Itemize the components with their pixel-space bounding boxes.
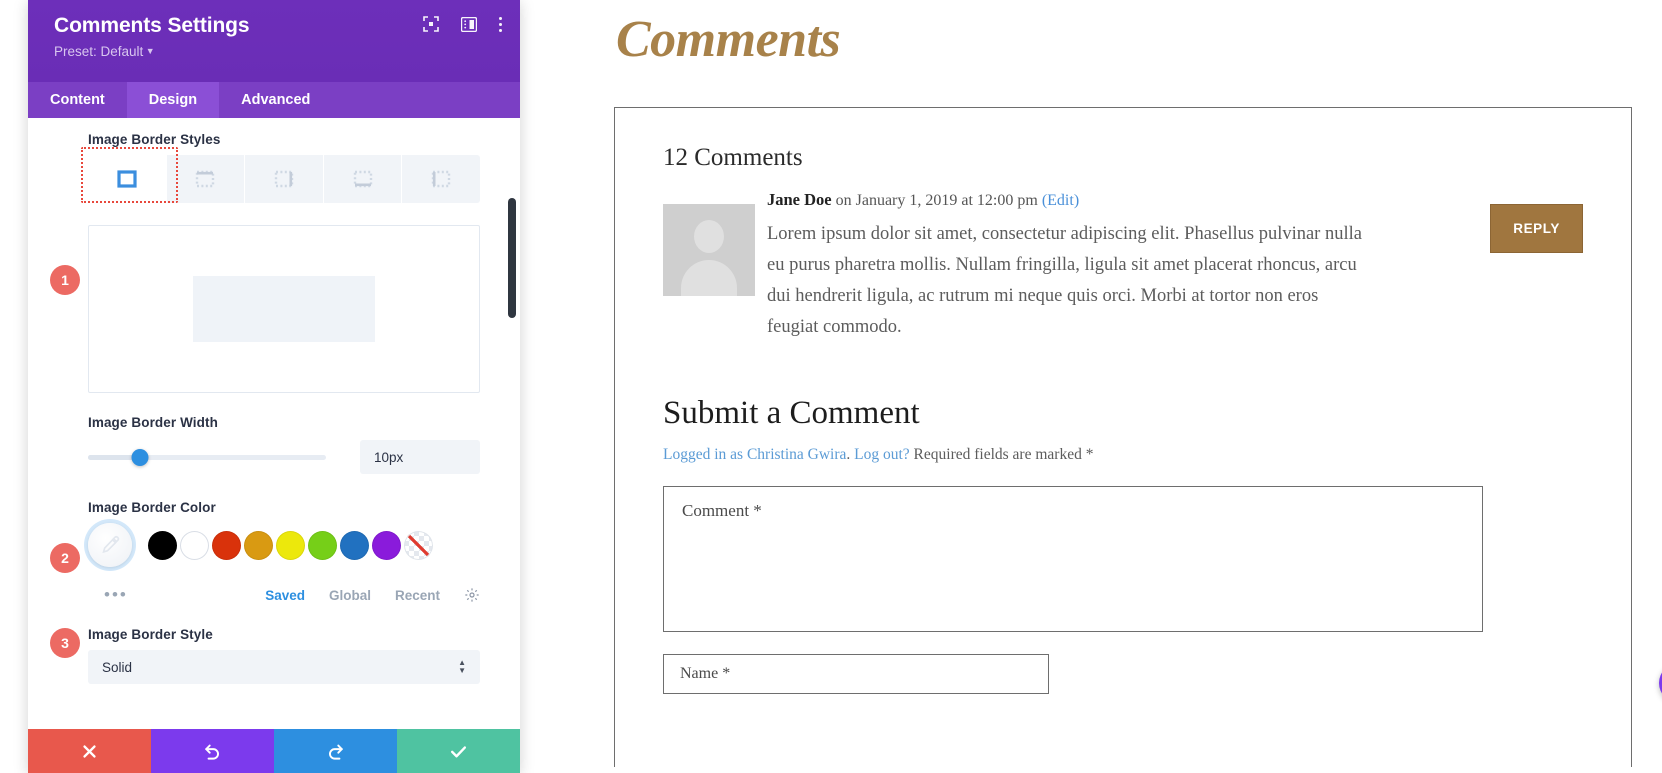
preset-label: Preset: Default <box>54 44 144 59</box>
swatch-blue[interactable] <box>340 530 369 560</box>
tab-design[interactable]: Design <box>126 82 220 118</box>
color-tab-global[interactable]: Global <box>329 588 371 603</box>
comment-author: Jane Doe <box>767 190 832 209</box>
logged-in-user-link[interactable]: Logged in as Christina Gwira <box>663 446 846 463</box>
panel-tabs: Content Design Advanced <box>28 82 520 118</box>
border-width-slider[interactable] <box>88 448 326 466</box>
comment-body: Lorem ipsum dolor sit amet, consectetur … <box>767 224 1362 337</box>
comment-textarea[interactable] <box>663 486 1483 632</box>
color-tab-saved[interactable]: Saved <box>265 588 305 603</box>
comments-settings-panel: Comments Settings Preset: Default ▼ Cont… <box>28 0 520 773</box>
marker-3: 3 <box>50 628 80 658</box>
swatch-purple[interactable] <box>372 530 401 560</box>
gear-icon[interactable] <box>464 587 480 603</box>
image-border-width-label: Image Border Width <box>88 415 218 430</box>
more-colors-button[interactable]: ••• <box>88 585 128 605</box>
tab-content[interactable]: Content <box>28 82 127 118</box>
layout-icon[interactable] <box>461 16 477 32</box>
page-preview: Comments 12 Comments Jane Doe on January… <box>600 0 1662 773</box>
color-source-tabs: Saved Global Recent <box>265 587 480 603</box>
reply-button[interactable]: REPLY <box>1490 204 1583 253</box>
page-title: Comments <box>616 11 841 68</box>
color-swatch-row <box>88 523 480 567</box>
image-border-styles-group <box>88 155 480 203</box>
comment-item: Jane Doe on January 1, 2019 at 12:00 pm … <box>663 190 1583 343</box>
slider-thumb[interactable] <box>131 448 149 466</box>
focus-icon[interactable] <box>423 16 439 32</box>
comment-meta: Jane Doe on January 1, 2019 at 12:00 pm … <box>767 190 1583 211</box>
swatch-yellow[interactable] <box>276 530 305 560</box>
select-stepper-icon: ▲ ▼ <box>458 658 466 675</box>
comments-module: 12 Comments Jane Doe on January 1, 2019 … <box>614 107 1632 767</box>
border-preview <box>88 225 480 393</box>
swatch-orange[interactable] <box>244 530 273 560</box>
screen: Comments Settings Preset: Default ▼ Cont… <box>0 0 1662 773</box>
color-meta-row: ••• Saved Global Recent <box>88 585 480 605</box>
border-style-left-button[interactable] <box>402 155 480 203</box>
color-tab-recent[interactable]: Recent <box>395 588 440 603</box>
swatch-black[interactable] <box>148 530 177 560</box>
avatar <box>663 204 755 296</box>
image-border-color-label: Image Border Color <box>88 500 216 515</box>
chevron-down-icon: ▼ <box>143 46 155 56</box>
swatch-white[interactable] <box>180 530 209 560</box>
border-style-top-button[interactable] <box>166 155 245 203</box>
logged-in-notice: Logged in as Christina Gwira. Log out? R… <box>663 446 1583 464</box>
select-value: Solid <box>102 659 133 675</box>
redo-button[interactable] <box>274 729 397 773</box>
comment-edit-link[interactable]: (Edit) <box>1042 192 1079 209</box>
border-style-bottom-button[interactable] <box>323 155 402 203</box>
logged-separator: . <box>846 446 855 463</box>
comment-date: on January 1, 2019 at 12:00 pm <box>831 192 1042 209</box>
required-fields-note: Required fields are marked * <box>909 446 1094 463</box>
name-input[interactable] <box>663 654 1049 694</box>
undo-button[interactable] <box>151 729 274 773</box>
border-style-right-button[interactable] <box>245 155 323 203</box>
panel-header-icons <box>423 16 502 32</box>
comment-content: Jane Doe on January 1, 2019 at 12:00 pm … <box>767 190 1583 343</box>
submit-comment-heading: Submit a Comment <box>663 395 920 431</box>
panel-header: Comments Settings Preset: Default ▼ <box>28 0 520 82</box>
image-border-width-control <box>88 440 480 474</box>
marker-1: 1 <box>50 265 80 295</box>
cancel-button[interactable] <box>28 729 151 773</box>
border-preview-image <box>193 276 375 342</box>
border-width-input[interactable] <box>360 440 480 474</box>
more-vertical-icon[interactable] <box>499 16 502 32</box>
panel-body: 1 Image Border Styles 2 Image Border Wid… <box>28 118 520 729</box>
panel-preset[interactable]: Preset: Default ▼ <box>54 42 500 61</box>
comments-count: 12 Comments <box>663 144 803 171</box>
image-border-style-label: Image Border Style <box>88 627 213 642</box>
save-button[interactable] <box>397 729 520 773</box>
swatch-red[interactable] <box>212 530 241 560</box>
logout-link[interactable]: Log out? <box>854 446 910 463</box>
swatch-transparent[interactable] <box>404 530 433 560</box>
image-border-styles-label: Image Border Styles <box>88 132 221 147</box>
panel-scrollbar[interactable] <box>508 198 516 318</box>
swatch-green[interactable] <box>308 530 337 560</box>
tab-advanced[interactable]: Advanced <box>219 82 332 118</box>
panel-action-bar <box>28 729 520 773</box>
border-style-all-sides-button[interactable] <box>88 155 166 203</box>
image-border-style-select[interactable]: Solid ▲ ▼ <box>88 650 480 684</box>
marker-2: 2 <box>50 543 80 573</box>
eyedropper-picker-button[interactable] <box>88 523 132 567</box>
